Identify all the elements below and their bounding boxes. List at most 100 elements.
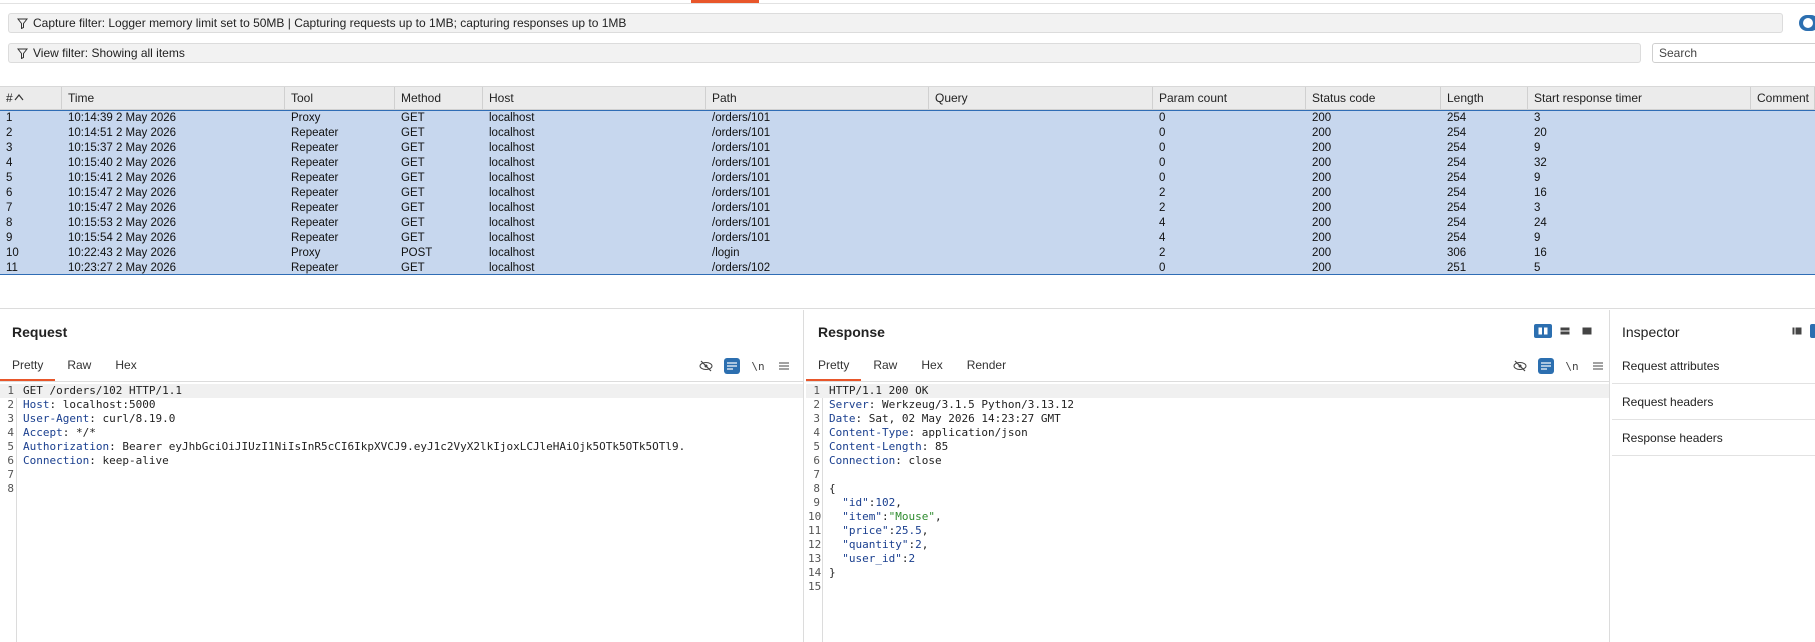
table-cell: 200 [1312,142,1332,154]
column-header[interactable]: Method [395,87,483,109]
column-header[interactable]: Path [706,87,929,109]
table-cell [929,246,1153,261]
menu-icon[interactable] [776,358,792,374]
line-number: 12 [808,538,822,551]
table-row[interactable]: 8 10:15:53 2 May 2026 Repeater GET localhost… [0,216,1815,231]
newline-icon[interactable]: \n [1564,358,1580,374]
table-row[interactable]: 9 10:15:54 2 May 2026 Repeater GET localhost… [0,231,1815,246]
table-cell: 10:22:43 2 May 2026 [68,247,177,259]
line-content: { [829,482,836,496]
wrap-icon[interactable] [724,358,740,374]
inspector-request-headers[interactable]: Request headers [1612,384,1815,420]
line-content: "item":"Mouse", [829,510,942,524]
single-view-icon[interactable] [1578,324,1596,338]
table-cell: 254 [1447,187,1467,199]
column-header[interactable]: Start response timer [1528,87,1751,109]
table-cell: localhost [489,217,535,229]
table-cell: 5 [1534,262,1541,274]
response-editor[interactable]: 1 HTTP/1.1 200 OK 2 Server: Werkzeug/3.1.5 … [806,384,1609,642]
line-content: "user_id":2 [829,552,915,566]
tab-pretty[interactable]: Pretty [0,354,56,382]
header-value: : curl/8.19.0 [89,412,176,425]
capture-toggle[interactable] [1799,15,1815,31]
table-cell: Repeater [291,127,339,139]
menu-icon[interactable] [1590,358,1606,374]
hide-icon[interactable] [1512,358,1528,374]
table-cell: 10:23:27 2 May 2026 [68,262,177,274]
inspector-request-attributes[interactable]: Request attributes [1612,348,1815,384]
json-comma: , [934,510,942,523]
table-cell: 10:15:37 2 May 2026 [68,142,177,154]
line-number: 11 [808,524,822,537]
table-row[interactable]: 11 10:23:27 2 May 2026 Repeater GET localhos… [0,261,1815,276]
table-row[interactable]: 4 10:15:40 2 May 2026 Repeater GET localhost… [0,156,1815,171]
table-cell: 10:15:40 2 May 2026 [68,157,177,169]
table-cell: GET [401,172,425,184]
table-cell: 254 [1447,202,1467,214]
tab-raw[interactable]: Raw [55,354,103,382]
table-cell: localhost [489,247,535,259]
table-cell: Repeater [291,187,339,199]
tab-hex[interactable]: Hex [103,354,148,382]
table-cell [1751,171,1815,186]
json-key: "item" [842,510,882,523]
line-number: 1 [813,384,820,397]
table-cell: GET [401,112,425,124]
tab-render[interactable]: Render [955,354,1018,382]
header-name: Authorization [23,440,110,453]
column-header[interactable]: Tool [285,87,395,109]
line-content: Server: Werkzeug/3.1.5 Python/3.13.12 [829,398,1074,412]
column-header[interactable]: Host [483,87,706,109]
table-cell: 9 [1534,142,1541,154]
table-row[interactable]: 2 10:14:51 2 May 2026 Repeater GET localhost… [0,126,1815,141]
table-cell: /orders/101 [712,127,771,139]
table-body: 1 10:14:39 2 May 2026 Proxy GET localhost/or… [0,110,1815,275]
list-view-icon[interactable] [1788,324,1806,338]
tab-pretty[interactable]: Pretty [806,354,862,382]
split-vertical-icon[interactable] [1534,324,1552,338]
table-row[interactable]: 7 10:15:47 2 May 2026 Repeater GET localhost… [0,201,1815,216]
code-line: 7 [0,468,803,482]
pane-divider [0,308,1815,309]
column-header[interactable]: Query [929,87,1153,109]
table-row[interactable]: 5 10:15:41 2 May 2026 Repeater GET localhost… [0,171,1815,186]
table-row[interactable]: 3 10:15:37 2 May 2026 Repeater GET localhost… [0,141,1815,156]
table-cell: 9 [6,232,13,244]
table-cell: 11 [6,262,18,274]
hide-icon[interactable] [698,358,714,374]
top-divider [0,3,1815,4]
table-cell: 2 [1159,187,1166,199]
line-content: Connection: keep-alive [23,454,169,468]
table-header: # Time Tool Method Host Path Query Param count S… [0,86,1815,110]
column-header[interactable]: Comment [1751,87,1815,109]
code-line: 8{ [806,482,1609,496]
code-line: 13 "user_id":2 [806,552,1609,566]
table-cell [1751,231,1815,246]
header-name: User-Agent [23,412,90,425]
inspector-response-headers[interactable]: Response headers [1612,420,1815,456]
tab-raw[interactable]: Raw [861,354,909,382]
column-header[interactable]: # [0,87,62,109]
table-row[interactable]: 6 10:15:47 2 May 2026 Repeater GET localhost… [0,186,1815,201]
view-filter-bar[interactable]: View filter: Showing all items [8,43,1641,63]
column-header[interactable]: Time [62,87,285,109]
request-editor[interactable]: 1 GET /orders/102 HTTP/1.1 2 Host: localhos… [0,384,803,642]
line-number: 7 [813,468,820,481]
wrap-icon[interactable] [1538,358,1554,374]
table-cell: 200 [1312,202,1332,214]
column-header[interactable]: Param count [1153,87,1306,109]
table-cell [1751,126,1815,141]
column-header[interactable]: Length [1441,87,1528,109]
table-row[interactable]: 1 10:14:39 2 May 2026 Proxy GET localhost/or… [0,111,1815,126]
split-horizontal-icon[interactable] [1556,324,1574,338]
table-cell: 254 [1447,232,1467,244]
search-input[interactable] [1652,43,1815,63]
capture-filter-bar[interactable]: Capture filter: Logger memory limit set … [8,13,1783,33]
header-value: : close [895,454,942,467]
newline-icon[interactable]: \n [750,358,766,374]
panel-view-icon[interactable] [1810,324,1815,338]
table-cell: localhost [489,262,535,274]
tab-hex[interactable]: Hex [909,354,954,382]
column-header[interactable]: Status code [1306,87,1441,109]
table-row[interactable]: 10 10:22:43 2 May 2026 Proxy POST localhost /… [0,246,1815,261]
